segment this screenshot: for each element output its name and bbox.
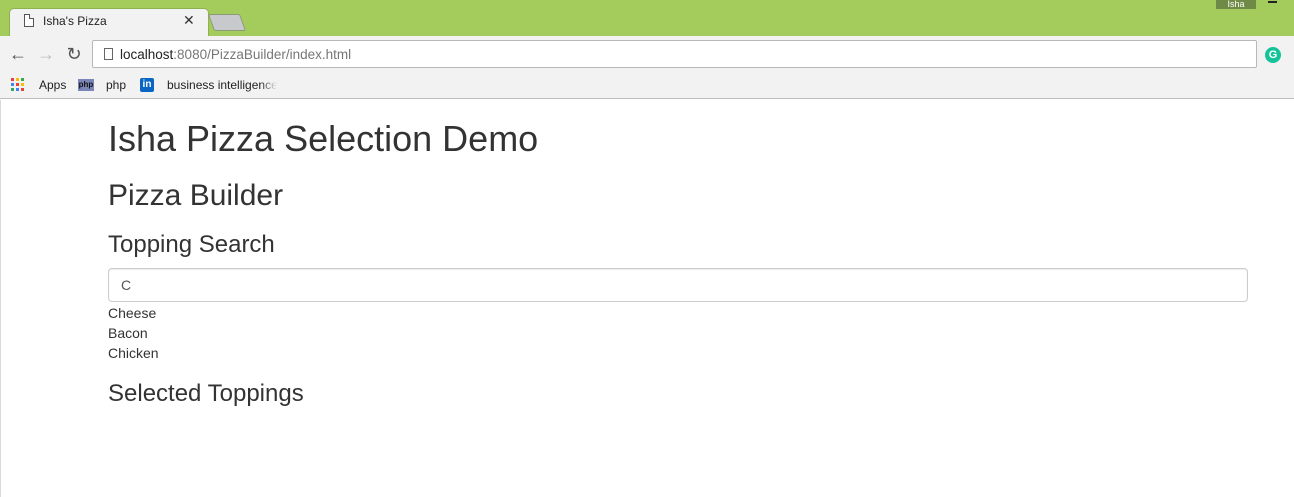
page-content: Isha Pizza Selection Demo Pizza Builder … [0, 100, 1294, 497]
tab-strip: Isha's Pizza ✕ Isha [0, 0, 1294, 37]
browser-toolbar: ← → ↻ localhost:8080/PizzaBuilder/index.… [0, 36, 1294, 72]
result-item-chicken[interactable]: Chicken [108, 343, 159, 363]
apps-grid-dot [21, 88, 24, 91]
topping-search-input[interactable] [108, 268, 1248, 302]
grammarly-extension-icon[interactable]: G [1265, 47, 1281, 63]
selected-toppings-heading: Selected Toppings [108, 380, 304, 407]
apps-grid-dot [11, 88, 14, 91]
reload-button[interactable]: ↻ [64, 44, 84, 64]
apps-grid-dot [21, 83, 24, 86]
bookmarks-bar: Apps php php in business intelligence [0, 72, 1294, 99]
linkedin-icon: in [140, 78, 154, 92]
url-text[interactable]: localhost:8080/PizzaBuilder/index.html [120, 47, 351, 62]
php-icon: php [78, 79, 94, 91]
url-path: :8080/PizzaBuilder/index.html [173, 47, 352, 62]
browser-tab[interactable] [9, 8, 209, 37]
forward-button[interactable]: → [36, 44, 56, 64]
tab-close-icon[interactable]: ✕ [183, 12, 195, 28]
result-item-bacon[interactable]: Bacon [108, 323, 159, 343]
apps-grid-dot [11, 78, 14, 81]
apps-grid-dot [16, 83, 19, 86]
back-button[interactable]: ← [8, 44, 28, 64]
bookmark-php[interactable]: php [106, 77, 126, 93]
tab-title: Isha's Pizza [43, 14, 107, 28]
apps-grid-dot [16, 78, 19, 81]
page-info-icon[interactable] [104, 48, 113, 60]
bookmark-business-intelligence[interactable]: business intelligence [167, 77, 277, 93]
builder-heading: Pizza Builder [108, 179, 284, 212]
new-tab-button[interactable] [207, 14, 247, 31]
apps-grid-dot [21, 78, 24, 81]
apps-grid-icon[interactable] [11, 78, 24, 91]
url-host: localhost [120, 47, 174, 62]
page-title: Isha Pizza Selection Demo [108, 118, 539, 159]
profile-button[interactable]: Isha [1216, 0, 1256, 9]
page-icon [24, 14, 34, 27]
apps-grid-dot [11, 83, 14, 86]
address-bar[interactable]: localhost:8080/PizzaBuilder/index.html [92, 40, 1257, 68]
apps-grid-dot [16, 88, 19, 91]
topping-search-heading: Topping Search [108, 231, 275, 258]
minimize-icon[interactable] [1268, 1, 1277, 3]
search-results-list: Cheese Bacon Chicken [108, 303, 159, 363]
result-item-cheese[interactable]: Cheese [108, 303, 159, 323]
bookmark-apps[interactable]: Apps [39, 77, 66, 93]
